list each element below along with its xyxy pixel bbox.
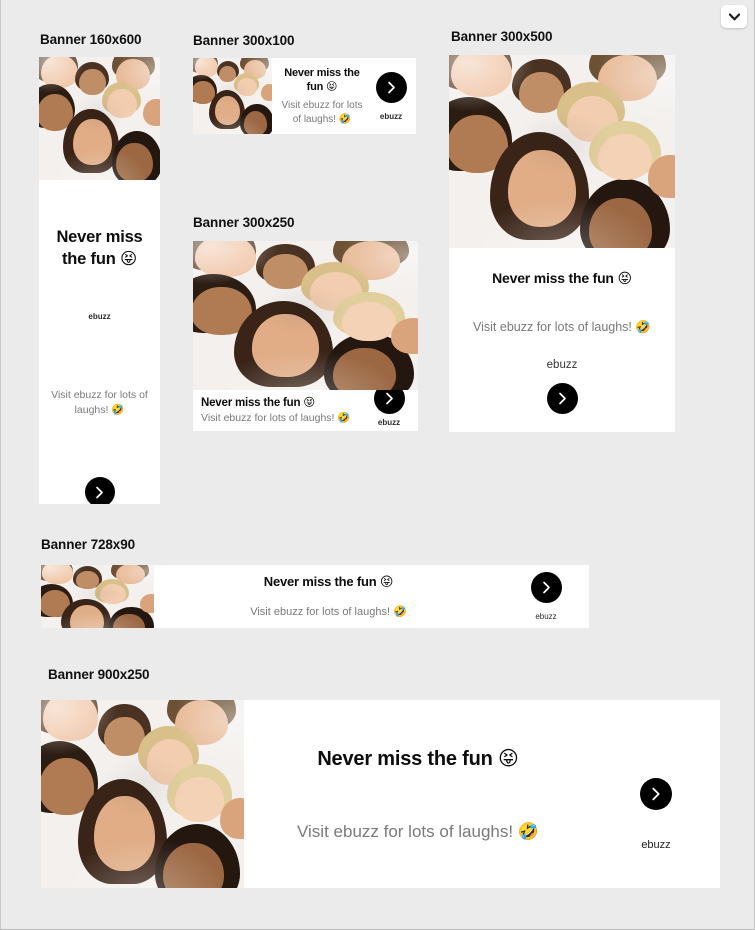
tongue-out-emoji: 😝 xyxy=(617,271,632,287)
tongue-out-emoji: 😝 xyxy=(379,575,394,590)
tongue-out-emoji: 😝 xyxy=(498,746,519,770)
banner-subline: Visit ebuzz for lots of laughs! 🤣 xyxy=(51,389,148,416)
brand-label: ebuzz xyxy=(641,839,671,851)
cta-arrow-button[interactable] xyxy=(640,778,672,810)
banner-card-300x250[interactable]: Never miss the fun 😝 Visit ebuzz for lot… xyxy=(193,241,418,431)
tongue-out-emoji: 😝 xyxy=(119,249,137,268)
banner-subline: Visit ebuzz for lots of laughs! 🤣 xyxy=(281,99,363,125)
banner-label-300x250: Banner 300x250 xyxy=(193,215,295,230)
rolling-on-floor-laughing-emoji: 🤣 xyxy=(111,404,125,416)
chevron-right-icon xyxy=(387,81,396,94)
tongue-out-emoji: 😝 xyxy=(326,79,338,93)
group-selfie-photo xyxy=(193,58,272,134)
chevron-right-icon xyxy=(542,581,551,594)
cta-arrow-button[interactable] xyxy=(546,383,578,414)
banner-headline: Never miss the fun 😝 xyxy=(201,395,316,409)
banner-subline: Visit ebuzz for lots of laughs! 🤣 xyxy=(201,412,351,424)
banner-card-300x100[interactable]: Never miss the fun 😝 Visit ebuzz for lot… xyxy=(193,58,416,134)
banner-card-728x90[interactable]: Never miss the fun 😝 Visit ebuzz for lot… xyxy=(41,565,589,628)
banner-subline: Visit ebuzz for lots of laughs! 🤣 xyxy=(250,605,407,618)
cta-arrow-button[interactable] xyxy=(375,71,407,103)
brand-label: ebuzz xyxy=(88,312,111,321)
brand-label: ebuzz xyxy=(377,418,401,427)
cta-arrow-button[interactable] xyxy=(84,477,115,504)
chevron-right-icon xyxy=(385,392,394,405)
chevron-right-icon xyxy=(651,787,661,801)
chevron-right-icon xyxy=(558,392,567,405)
banner-label-300x100: Banner 300x100 xyxy=(193,33,295,48)
brand-label: ebuzz xyxy=(546,359,578,371)
rolling-on-floor-laughing-emoji: 🤣 xyxy=(337,412,351,424)
rolling-on-floor-laughing-emoji: 🤣 xyxy=(517,822,539,842)
banner-subline: Visit ebuzz for lots of laughs! 🤣 xyxy=(473,319,651,334)
group-selfie-photo xyxy=(193,241,418,390)
banner-headline: Never miss the fun 😝 xyxy=(492,270,632,287)
group-selfie-photo xyxy=(449,55,675,248)
banner-subline: Visit ebuzz for lots of laughs! 🤣 xyxy=(297,822,539,842)
brand-label: ebuzz xyxy=(379,111,403,121)
banner-headline: Never miss the fun 😝 xyxy=(317,746,519,770)
banner-headline: Never miss the fun 😝 xyxy=(284,66,360,93)
rolling-on-floor-laughing-emoji: 🤣 xyxy=(393,605,407,618)
banner-card-160x600[interactable]: Never miss the fun 😝 ebuzz Visit ebuzz f… xyxy=(39,57,160,504)
chevron-right-icon xyxy=(95,486,104,499)
banner-label-728x90: Banner 728x90 xyxy=(41,537,136,552)
group-selfie-photo xyxy=(41,700,244,888)
banner-headline: Never miss the fun 😝 xyxy=(263,574,394,590)
banner-preview-page: Banner 160x600 Never miss the fun 😝 ebuz… xyxy=(0,0,755,930)
group-selfie-photo xyxy=(39,57,160,180)
banner-label-300x500: Banner 300x500 xyxy=(451,29,553,44)
banner-headline: Never miss the fun 😝 xyxy=(56,228,143,268)
banner-label-900x250: Banner 900x250 xyxy=(48,667,150,682)
chevron-down-icon xyxy=(728,12,740,21)
brand-label: ebuzz xyxy=(535,612,557,621)
group-selfie-photo xyxy=(41,565,154,628)
rolling-on-floor-laughing-emoji: 🤣 xyxy=(635,319,651,334)
cta-arrow-button[interactable] xyxy=(530,572,562,603)
collapse-panel-button[interactable] xyxy=(721,5,747,28)
banner-label-160x600: Banner 160x600 xyxy=(40,32,142,47)
banner-card-300x500[interactable]: Never miss the fun 😝 Visit ebuzz for lot… xyxy=(449,55,675,432)
rolling-on-floor-laughing-emoji: 🤣 xyxy=(338,113,352,125)
tongue-out-emoji: 😝 xyxy=(303,395,316,409)
banner-card-900x250[interactable]: Never miss the fun 😝 Visit ebuzz for lot… xyxy=(41,700,720,888)
